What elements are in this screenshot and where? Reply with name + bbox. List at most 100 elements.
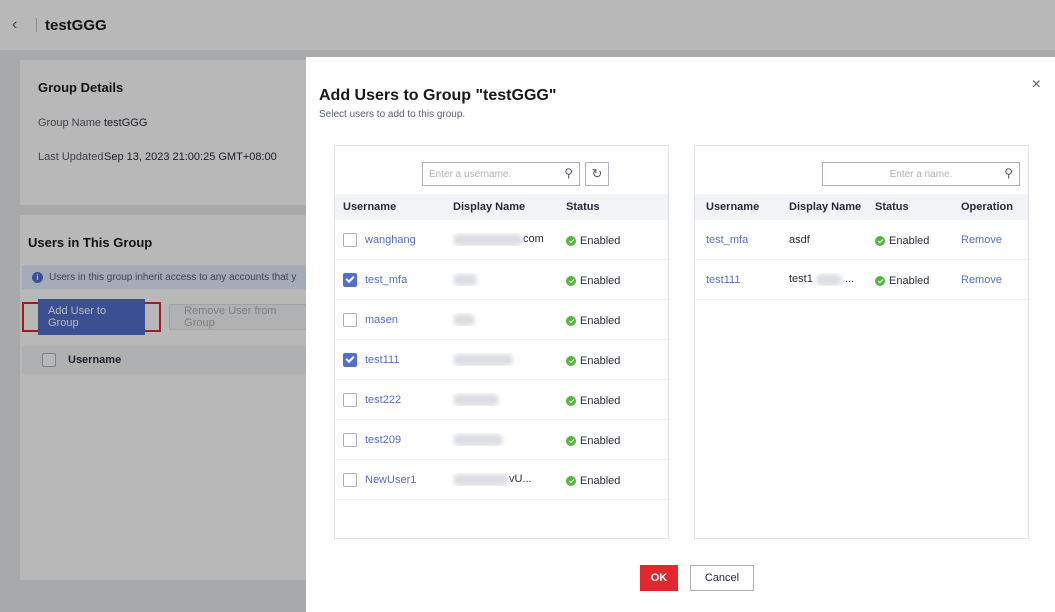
redacted-display-name bbox=[453, 313, 475, 326]
username-cell: test222 bbox=[335, 392, 445, 407]
username-link[interactable]: test222 bbox=[365, 394, 401, 406]
column-status: Status bbox=[566, 201, 600, 213]
status-text: Enabled bbox=[580, 434, 621, 447]
add-users-drawer: × Add Users to Group "testGGG" Select us… bbox=[306, 57, 1055, 612]
status-cell: Enabled bbox=[558, 433, 658, 447]
column-status: Status bbox=[875, 201, 909, 213]
table-row[interactable]: test111 Enabled bbox=[335, 340, 668, 380]
display-name-tail: vU... bbox=[509, 473, 532, 486]
username-cell: test209 bbox=[335, 432, 445, 447]
ok-button[interactable]: OK bbox=[640, 565, 678, 591]
username-link[interactable]: wanghang bbox=[365, 234, 416, 246]
row-checkbox[interactable] bbox=[343, 232, 357, 247]
status-cell: Enabled bbox=[865, 273, 951, 287]
redacted-display-name bbox=[453, 473, 509, 486]
table-row[interactable]: NewUser1 vU... Enabled bbox=[335, 460, 668, 500]
status-text: Enabled bbox=[580, 354, 621, 367]
display-name-tail: com bbox=[523, 233, 544, 246]
status-cell: Enabled bbox=[558, 393, 658, 407]
row-checkbox[interactable] bbox=[343, 272, 357, 287]
check-circle-icon bbox=[566, 235, 576, 246]
status-cell: Enabled bbox=[558, 473, 658, 487]
available-users-table-body: wanghang com Enabled test_mfa Enabled masen En… bbox=[335, 220, 668, 500]
selected-users-table-body: test_mfa asdf Enabled Remove test111 test1...… bbox=[695, 220, 1028, 300]
username-link[interactable]: masen bbox=[365, 314, 398, 326]
check-circle-icon bbox=[566, 275, 576, 286]
username-cell: test_mfa bbox=[335, 272, 445, 287]
name-search-placeholder: Enter a name. bbox=[889, 168, 953, 180]
username-link[interactable]: NewUser1 bbox=[365, 474, 416, 486]
refresh-button[interactable]: ↻ bbox=[585, 162, 609, 186]
check-circle-icon bbox=[566, 355, 576, 366]
status-text: Enabled bbox=[580, 234, 621, 247]
remove-link[interactable]: Remove bbox=[951, 274, 1029, 286]
column-display-name: Display Name bbox=[789, 201, 862, 213]
column-username: Username bbox=[343, 201, 397, 213]
table-row[interactable]: masen Enabled bbox=[335, 300, 668, 340]
redacted-display-name bbox=[453, 233, 523, 246]
column-operation: Operation bbox=[961, 201, 1013, 213]
status-cell: Enabled bbox=[558, 273, 658, 287]
close-icon[interactable]: × bbox=[1032, 77, 1041, 93]
status-text: Enabled bbox=[889, 274, 930, 287]
username-search-input[interactable]: Enter a username. ⚲ bbox=[422, 162, 580, 186]
table-row: test111 test1... Enabled Remove bbox=[695, 260, 1028, 300]
table-row: test_mfa asdf Enabled Remove bbox=[695, 220, 1028, 260]
table-row[interactable]: test_mfa Enabled bbox=[335, 260, 668, 300]
username-cell: masen bbox=[335, 312, 445, 327]
username-link[interactable]: test209 bbox=[365, 434, 401, 446]
selected-users-panel: Enter a name. ⚲ Username Display Name St… bbox=[694, 145, 1029, 539]
username-cell: NewUser1 bbox=[335, 472, 445, 487]
row-checkbox[interactable] bbox=[343, 312, 357, 327]
check-circle-icon bbox=[875, 235, 885, 246]
row-checkbox[interactable] bbox=[343, 432, 357, 447]
table-row[interactable]: test209 Enabled bbox=[335, 420, 668, 460]
remove-link[interactable]: Remove bbox=[951, 234, 1029, 246]
display-name-cell: com bbox=[445, 233, 558, 246]
display-name-cell bbox=[445, 353, 558, 366]
table-row[interactable]: test222 Enabled bbox=[335, 380, 668, 420]
display-name-cell: vU... bbox=[445, 473, 558, 486]
status-cell: Enabled bbox=[558, 353, 658, 367]
display-name-cell bbox=[445, 313, 558, 326]
check-circle-icon bbox=[566, 395, 576, 406]
column-username: Username bbox=[706, 201, 760, 213]
row-checkbox[interactable] bbox=[343, 352, 357, 367]
redacted-display-name bbox=[815, 273, 842, 286]
display-name-cell: asdf bbox=[779, 234, 865, 246]
available-users-panel: Enter a username. ⚲ ↻ Username Display N… bbox=[334, 145, 669, 539]
row-checkbox[interactable] bbox=[343, 392, 357, 407]
username-link[interactable]: test111 bbox=[695, 274, 779, 286]
username-link[interactable]: test111 bbox=[365, 354, 399, 366]
status-text: Enabled bbox=[580, 314, 621, 327]
display-name-tail: ... bbox=[844, 273, 855, 286]
display-name-cell: test1... bbox=[779, 273, 865, 286]
check-circle-icon bbox=[566, 475, 576, 486]
username-link[interactable]: test_mfa bbox=[695, 234, 779, 246]
drawer-title: Add Users to Group "testGGG" bbox=[319, 87, 557, 104]
username-cell: wanghang bbox=[335, 232, 445, 247]
redacted-display-name bbox=[453, 433, 503, 446]
search-icon[interactable]: ⚲ bbox=[1004, 166, 1013, 180]
username-cell: test111 bbox=[335, 352, 445, 367]
check-circle-icon bbox=[566, 315, 576, 326]
username-link[interactable]: test_mfa bbox=[365, 274, 407, 286]
status-cell: Enabled bbox=[558, 233, 658, 247]
display-name-cell bbox=[445, 393, 558, 406]
status-text: Enabled bbox=[580, 274, 621, 287]
search-icon[interactable]: ⚲ bbox=[564, 166, 573, 180]
column-display-name: Display Name bbox=[453, 201, 526, 213]
display-name-text: asdf bbox=[789, 233, 810, 246]
available-users-table-header: Username Display Name Status bbox=[335, 194, 668, 220]
display-name-cell bbox=[445, 433, 558, 446]
selected-users-table-header: Username Display Name Status Operation bbox=[695, 194, 1028, 220]
cancel-button[interactable]: Cancel bbox=[690, 565, 754, 591]
check-circle-icon bbox=[875, 275, 885, 286]
name-search-input[interactable]: Enter a name. ⚲ bbox=[822, 162, 1020, 186]
table-row[interactable]: wanghang com Enabled bbox=[335, 220, 668, 260]
drawer-footer: OK Cancel bbox=[306, 565, 1055, 591]
row-checkbox[interactable] bbox=[343, 472, 357, 487]
refresh-icon: ↻ bbox=[591, 166, 603, 181]
status-text: Enabled bbox=[580, 394, 621, 407]
redacted-display-name bbox=[453, 393, 499, 406]
